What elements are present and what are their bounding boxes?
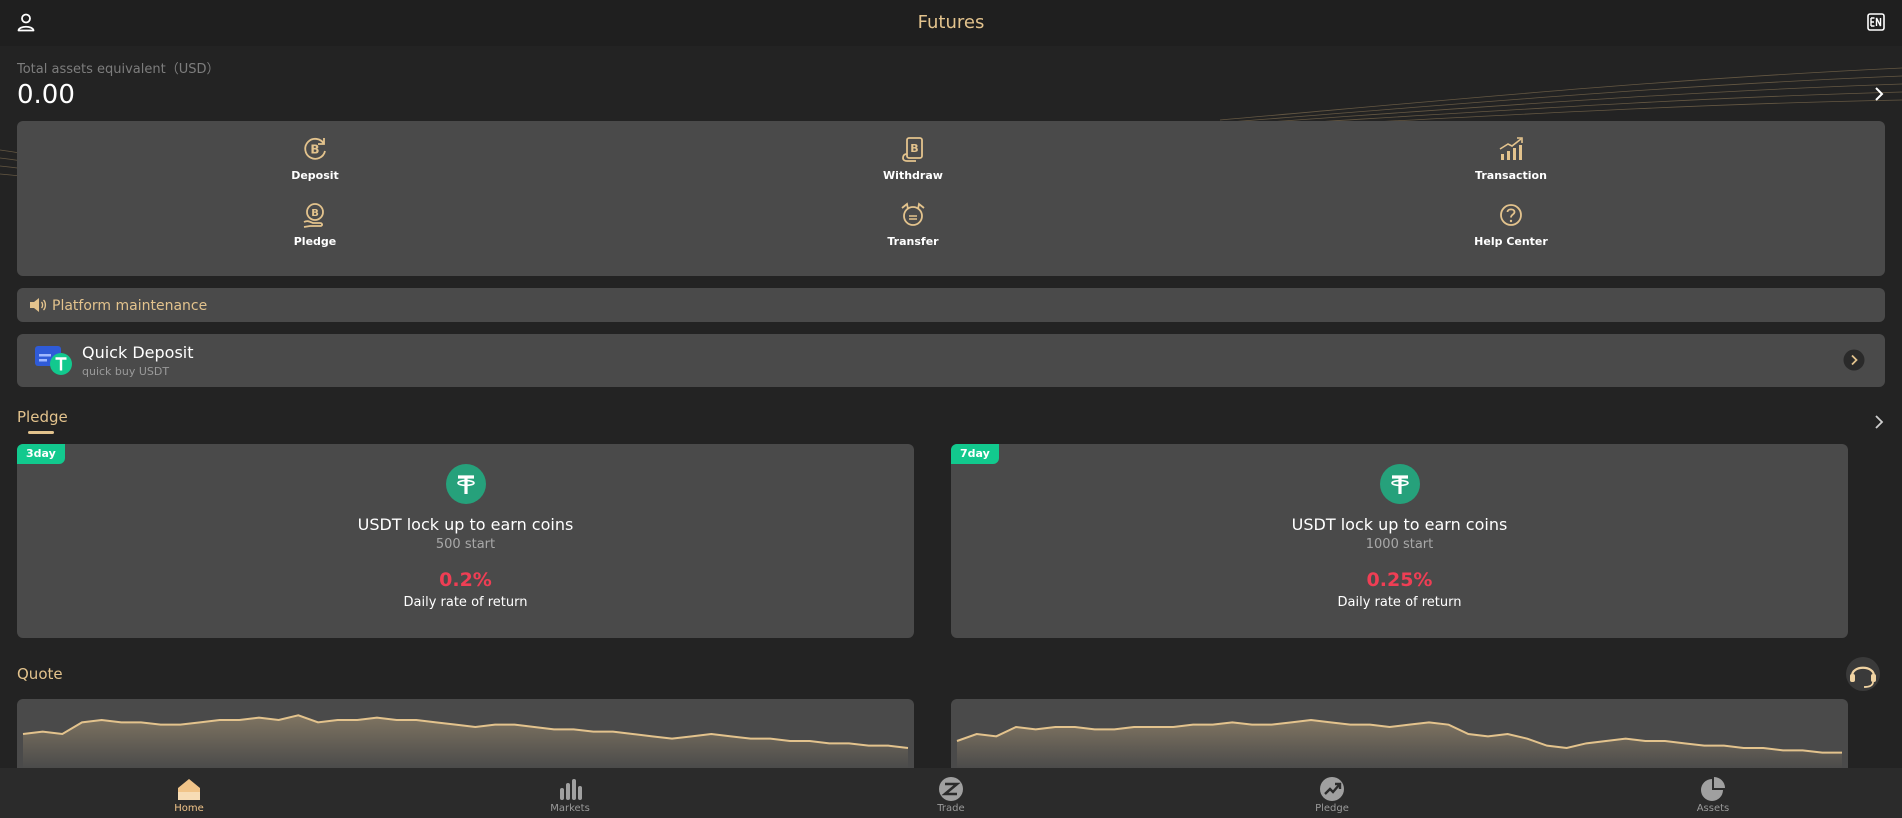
menu-transfer-button[interactable]: Transfer xyxy=(843,200,983,256)
tab-markets[interactable]: Markets xyxy=(530,776,610,814)
menu-help-center-button[interactable]: Help Center xyxy=(1441,200,1581,256)
pledge-title-underline xyxy=(28,431,54,434)
pledge-card-rate: 0.2% xyxy=(439,569,492,591)
menu-pledge-button[interactable]: B Pledge xyxy=(245,200,385,256)
chevron-right-circle-icon[interactable] xyxy=(1843,349,1865,371)
total-assets-label: Total assets equivalent（USD） xyxy=(17,62,220,77)
menu-transaction-button[interactable]: Transaction xyxy=(1441,134,1581,190)
menu-help-center-label: Help Center xyxy=(1474,235,1548,248)
quick-menu-panel: B Deposit B Withdraw Transaction B Pledg… xyxy=(17,121,1885,276)
home-icon xyxy=(178,779,200,800)
quick-deposit-title: Quick Deposit xyxy=(82,343,194,362)
pledge-duration-tag: 3day xyxy=(17,444,65,464)
svg-text:B: B xyxy=(910,142,918,155)
speaker-icon xyxy=(30,298,47,312)
pledge-card-minimum: 1000 start xyxy=(1365,537,1434,552)
pledge-card-7day[interactable]: 7day USDT lock up to earn coins 1000 sta… xyxy=(951,444,1848,638)
usdt-coin-icon xyxy=(445,464,486,504)
tab-label: Trade xyxy=(937,803,965,814)
pie-chart-icon xyxy=(1701,777,1725,801)
question-circle-icon xyxy=(1500,204,1522,226)
quote-card[interactable] xyxy=(951,699,1848,769)
menu-withdraw-button[interactable]: B Withdraw xyxy=(843,134,983,190)
chevron-right-icon[interactable] xyxy=(1872,412,1886,432)
tab-label: Home xyxy=(174,803,204,814)
menu-withdraw-label: Withdraw xyxy=(883,169,943,182)
page-title: Futures xyxy=(917,12,985,33)
tab-label: Markets xyxy=(550,803,590,814)
trend-chart-icon xyxy=(1499,137,1523,160)
tab-assets[interactable]: Assets xyxy=(1673,776,1753,814)
menu-deposit-label: Deposit xyxy=(291,169,339,182)
menu-transaction-label: Transaction xyxy=(1475,169,1547,182)
pledge-card-rate-label: Daily rate of return xyxy=(403,595,528,610)
trend-up-icon xyxy=(1320,777,1344,801)
pledge-card-3day[interactable]: 3day USDT lock up to earn coins 500 star… xyxy=(17,444,914,638)
pledge-card-title: USDT lock up to earn coins xyxy=(357,515,574,534)
bitcoin-wallet-icon: B xyxy=(902,137,923,162)
quick-deposit-subtitle: quick buy USDT xyxy=(82,365,170,378)
top-header: Futures xyxy=(0,0,1902,46)
pledge-card-rate-label: Daily rate of return xyxy=(1337,595,1462,610)
tab-label: Pledge xyxy=(1315,803,1349,814)
pledge-card-rate: 0.25% xyxy=(1366,569,1433,591)
transfer-cycle-icon xyxy=(901,202,925,226)
bottom-tab-bar: Home Markets Trade Pledge Assets xyxy=(0,768,1902,818)
svg-text:B: B xyxy=(311,208,319,219)
quote-section-title: Quote xyxy=(17,665,63,683)
tab-trade[interactable]: Trade xyxy=(911,776,991,814)
notice-text: Platform maintenance xyxy=(52,298,208,314)
menu-transfer-label: Transfer xyxy=(887,235,939,248)
trade-icon xyxy=(939,777,963,801)
pledge-section-title: Pledge xyxy=(17,408,68,426)
tab-label: Assets xyxy=(1696,803,1730,814)
chevron-right-icon[interactable] xyxy=(1872,84,1886,104)
usdt-coin-icon xyxy=(1379,464,1420,504)
pledge-card-minimum: 500 start xyxy=(435,537,496,552)
menu-deposit-button[interactable]: B Deposit xyxy=(245,134,385,190)
bitcoin-refresh-icon: B xyxy=(304,137,326,160)
bitcoin-hand-icon: B xyxy=(303,203,324,228)
usdt-card-icon xyxy=(35,346,72,375)
svg-text:B: B xyxy=(310,143,319,157)
tab-pledge[interactable]: Pledge xyxy=(1292,776,1372,814)
quote-sparkline xyxy=(22,714,909,769)
quote-card[interactable] xyxy=(17,699,914,769)
tab-home[interactable]: Home xyxy=(149,776,229,814)
bar-chart-icon xyxy=(560,779,582,800)
customer-support-icon[interactable] xyxy=(1843,656,1883,692)
language-icon[interactable] xyxy=(1866,12,1886,32)
menu-pledge-label: Pledge xyxy=(293,235,337,248)
quick-deposit-card[interactable]: Quick Deposit quick buy USDT xyxy=(17,334,1885,387)
pledge-duration-tag: 7day xyxy=(951,444,999,464)
pledge-card-title: USDT lock up to earn coins xyxy=(1291,515,1508,534)
quote-sparkline xyxy=(956,718,1842,769)
total-assets-value: 0.00 xyxy=(17,80,75,110)
notice-bar[interactable]: Platform maintenance xyxy=(17,288,1885,322)
sparkline-area xyxy=(957,720,1842,769)
